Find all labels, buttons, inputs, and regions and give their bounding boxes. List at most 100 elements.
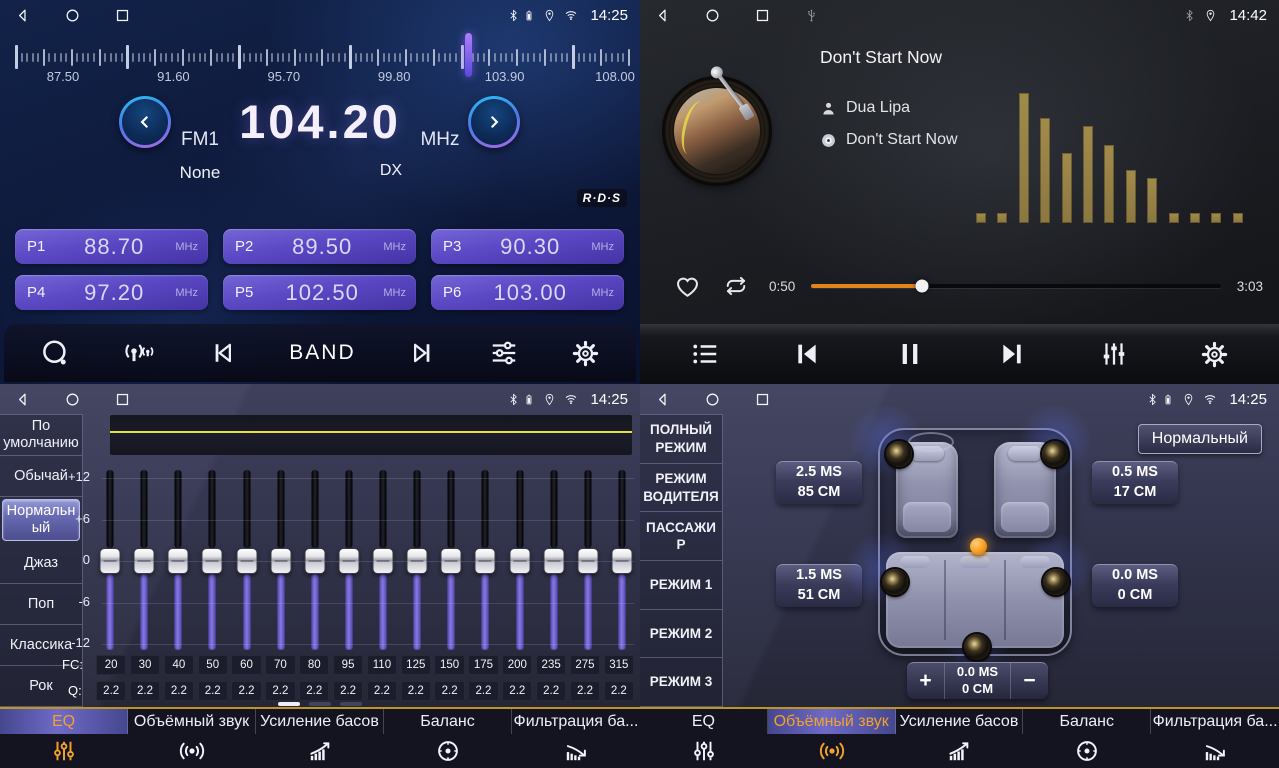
delay-rear-right-button[interactable]: 0.0 MS 0 CM [1092, 564, 1178, 607]
preset-button-4[interactable]: P497.20MHz [15, 275, 208, 310]
seek-bar[interactable] [811, 284, 1220, 288]
eq-band-slider[interactable] [610, 468, 634, 652]
frequency-scale[interactable]: 87.5091.6095.7099.80103.90108.00 [0, 36, 640, 90]
eq-band-slider[interactable] [303, 468, 327, 652]
surround-mode-item[interactable]: РЕЖИМ 1 [640, 561, 722, 610]
decrease-delay-button[interactable]: − [1011, 663, 1048, 699]
recents-icon[interactable] [114, 7, 131, 24]
home-icon[interactable] [64, 391, 81, 408]
eq-band-slider[interactable] [269, 468, 293, 652]
fc-value-box[interactable]: 95 [333, 655, 363, 675]
eq-band-slider[interactable] [200, 468, 224, 652]
audio-settings-icon[interactable] [489, 338, 519, 368]
tab-surround[interactable]: Объёмный звук [128, 709, 256, 768]
q-value-box[interactable]: 2.2 [333, 681, 363, 701]
q-value-box[interactable]: 2.2 [130, 681, 160, 701]
q-value-box[interactable]: 2.2 [468, 681, 498, 701]
fc-value-box[interactable]: 70 [265, 655, 295, 675]
q-value-box[interactable]: 2.2 [502, 681, 532, 701]
tab-filter[interactable]: Фильтрация ба... [1151, 709, 1279, 768]
q-value-box[interactable]: 2.2 [604, 681, 634, 701]
q-value-box[interactable]: 2.2 [434, 681, 464, 701]
surround-mode-item[interactable]: РЕЖИМ 3 [640, 658, 722, 706]
eq-band-slider[interactable] [439, 468, 463, 652]
tab-eq[interactable]: EQ [640, 709, 768, 768]
eq-band-slider[interactable] [98, 468, 122, 652]
previous-track-icon[interactable] [791, 338, 823, 370]
tab-balance[interactable]: Баланс [384, 709, 512, 768]
eq-band-slider[interactable] [473, 468, 497, 652]
tab-eq[interactable]: EQ [0, 709, 128, 768]
fc-value-box[interactable]: 200 [502, 655, 532, 675]
preset-button-1[interactable]: P188.70MHz [15, 229, 208, 264]
fc-value-box[interactable]: 40 [164, 655, 194, 675]
q-value-box[interactable]: 2.2 [570, 681, 600, 701]
broadcast-scan-icon[interactable] [122, 338, 156, 368]
surround-mode-item[interactable]: РЕЖИМ 2 [640, 610, 722, 659]
q-value-box[interactable]: 2.2 [231, 681, 261, 701]
eq-band-slider[interactable] [132, 468, 156, 652]
fc-value-box[interactable]: 30 [130, 655, 160, 675]
tab-balance[interactable]: Баланс [1023, 709, 1151, 768]
fc-value-box[interactable]: 175 [468, 655, 498, 675]
surround-mode-item[interactable]: ПАССАЖИР [640, 512, 722, 561]
eq-band-slider[interactable] [371, 468, 395, 652]
recents-icon[interactable] [114, 391, 131, 408]
eq-band-slider[interactable] [166, 468, 190, 652]
mixer-icon[interactable] [1099, 339, 1129, 369]
sound-profile-button[interactable]: Нормальный [1138, 424, 1262, 454]
preset-button-6[interactable]: P6103.00MHz [431, 275, 624, 310]
preset-button-3[interactable]: P390.30MHz [431, 229, 624, 264]
tab-bass-boost[interactable]: Усиление басов [256, 709, 384, 768]
eq-band-slider[interactable] [508, 468, 532, 652]
tune-up-button[interactable] [468, 96, 520, 148]
increase-delay-button[interactable]: + [907, 663, 944, 699]
gear-icon[interactable] [571, 339, 600, 368]
seek-bar-knob[interactable] [915, 280, 928, 293]
delay-front-right-button[interactable]: 0.5 MS 17 CM [1092, 461, 1178, 504]
fc-value-box[interactable]: 60 [231, 655, 261, 675]
home-icon[interactable] [704, 391, 721, 408]
fc-value-box[interactable]: 275 [570, 655, 600, 675]
q-value-box[interactable]: 2.2 [536, 681, 566, 701]
seek-next-icon[interactable] [407, 338, 437, 368]
playlist-icon[interactable] [690, 339, 720, 369]
listening-position-marker[interactable] [970, 538, 987, 555]
fc-value-box[interactable]: 20 [96, 655, 126, 675]
preset-button-2[interactable]: P289.50MHz [223, 229, 416, 264]
surround-mode-item[interactable]: РЕЖИМ ВОДИТЕЛЯ [640, 464, 722, 513]
search-icon[interactable] [40, 338, 70, 368]
surround-mode-item[interactable]: ПОЛНЫЙ РЕЖИМ [640, 415, 722, 464]
eq-band-slider[interactable] [337, 468, 361, 652]
fc-value-box[interactable]: 315 [604, 655, 634, 675]
recents-icon[interactable] [754, 7, 771, 24]
fc-value-box[interactable]: 150 [434, 655, 464, 675]
pause-icon[interactable] [894, 338, 926, 370]
next-track-icon[interactable] [996, 338, 1028, 370]
back-icon[interactable] [14, 7, 31, 24]
q-value-box[interactable]: 2.2 [96, 681, 126, 701]
seek-previous-icon[interactable] [208, 338, 238, 368]
gear-icon[interactable] [1200, 340, 1229, 369]
q-value-box[interactable]: 2.2 [367, 681, 397, 701]
eq-preset-item[interactable]: По умолчанию [0, 415, 82, 456]
eq-band-slider[interactable] [542, 468, 566, 652]
back-icon[interactable] [14, 391, 31, 408]
band-button[interactable]: BAND [289, 341, 355, 365]
q-value-box[interactable]: 2.2 [164, 681, 194, 701]
recents-icon[interactable] [754, 391, 771, 408]
favorite-heart-icon[interactable] [674, 273, 701, 300]
q-value-box[interactable]: 2.2 [299, 681, 329, 701]
fc-value-box[interactable]: 235 [536, 655, 566, 675]
q-value-box[interactable]: 2.2 [265, 681, 295, 701]
fc-value-box[interactable]: 80 [299, 655, 329, 675]
q-value-box[interactable]: 2.2 [401, 681, 431, 701]
delay-front-left-button[interactable]: 2.5 MS 85 CM [776, 461, 862, 504]
fc-value-box[interactable]: 110 [367, 655, 397, 675]
preset-button-5[interactable]: P5102.50MHz [223, 275, 416, 310]
fc-value-box[interactable]: 50 [198, 655, 228, 675]
back-icon[interactable] [654, 7, 671, 24]
home-icon[interactable] [704, 7, 721, 24]
tab-surround[interactable]: Объёмный звук [768, 709, 896, 768]
eq-band-slider[interactable] [235, 468, 259, 652]
